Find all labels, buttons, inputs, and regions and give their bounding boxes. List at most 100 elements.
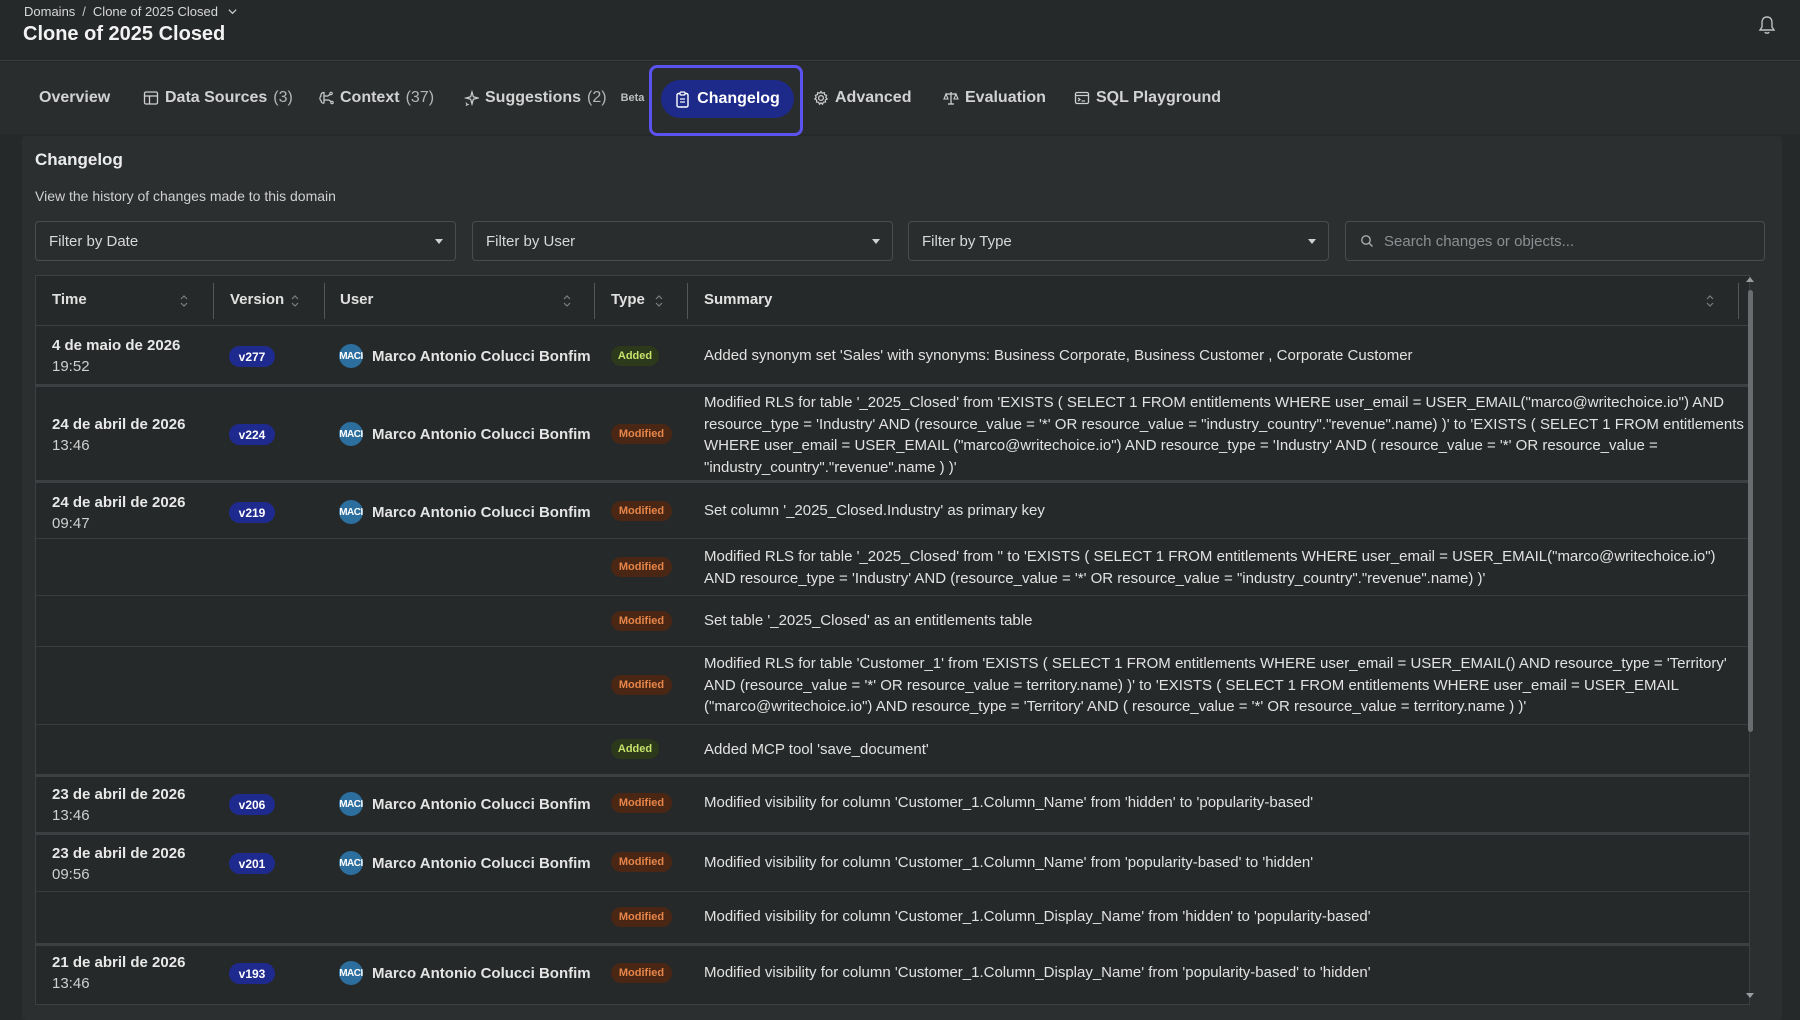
table-row[interactable]: 4 de maio de 2026 19:52 v277 MACI Marco An… [36, 326, 1749, 387]
table-icon [143, 91, 159, 105]
time-cell: 21 de abril de 2026 13:46 [52, 952, 185, 994]
filter-by-date-label: Filter by Date [49, 232, 139, 250]
sort-icon[interactable] [563, 294, 571, 308]
section-title: Changelog [35, 150, 123, 169]
row-date: 23 de abril de 2026 [52, 786, 186, 803]
breadcrumb: Domains / Clone of 2025 Closed [24, 4, 238, 19]
tab-sql-playground-label: SQL Playground [1096, 89, 1222, 106]
sort-icon[interactable] [291, 294, 299, 308]
summary-text: Set column '_2025_Closed.Industry' as pr… [704, 502, 1045, 519]
tab-advanced-label: Advanced [835, 89, 912, 106]
column-divider[interactable] [1738, 283, 1739, 319]
column-header-user[interactable]: User [340, 291, 373, 308]
tab-overview[interactable]: Overview [39, 86, 110, 110]
filter-by-date-select[interactable]: Filter by Date [35, 221, 456, 261]
column-header-time[interactable]: Time [52, 291, 87, 308]
table-row[interactable]: 24 de abril de 2026 13:46 v224 MACI Marco … [36, 387, 1749, 483]
type-badge-modified: Modified [611, 675, 672, 695]
filter-by-type-label: Filter by Type [922, 232, 1012, 250]
tab-changelog[interactable]: Changelog [661, 80, 794, 118]
filter-by-type-select[interactable]: Filter by Type [908, 221, 1329, 261]
table-row[interactable]: Modified Modified RLS for table 'Custome… [36, 647, 1749, 725]
column-header-summary[interactable]: Summary [704, 291, 772, 308]
search-input[interactable] [1384, 232, 1744, 250]
scale-icon [943, 92, 959, 105]
summary-text: Added MCP tool 'save_document' [704, 741, 929, 758]
terminal-icon [1074, 91, 1090, 105]
caret-down-icon [435, 239, 443, 244]
clipboard-icon [676, 90, 689, 108]
tab-suggestions[interactable]: Suggestions (2) Beta [463, 86, 644, 110]
type-badge-modified: Modified [611, 852, 672, 872]
time-cell: 4 de maio de 2026 19:52 [52, 335, 180, 377]
summary-text: Modified visibility for column 'Customer… [704, 908, 1371, 925]
user-cell: MACI Marco Antonio Colucci Bonfim [339, 422, 591, 446]
column-header-type[interactable]: Type [611, 291, 645, 308]
row-time: 13:46 [52, 975, 90, 992]
avatar: MACI [339, 344, 363, 368]
user-name: Marco Antonio Colucci Bonfim [372, 503, 591, 521]
user-name: Marco Antonio Colucci Bonfim [372, 854, 591, 872]
row-time: 09:56 [52, 866, 90, 883]
column-divider[interactable] [687, 283, 688, 319]
brain-icon [319, 91, 334, 105]
user-cell: MACI Marco Antonio Colucci Bonfim [339, 344, 591, 368]
sort-icon[interactable] [655, 294, 663, 308]
tab-evaluation[interactable]: Evaluation [943, 86, 1046, 110]
row-date: 4 de maio de 2026 [52, 337, 181, 354]
table-row[interactable]: 21 de abril de 2026 13:46 v193 MACI Marco … [36, 946, 1749, 1004]
gear-icon [813, 90, 829, 106]
table-row[interactable]: 23 de abril de 2026 13:46 v206 MACI Marco … [36, 777, 1749, 835]
chevron-down-icon[interactable] [227, 6, 238, 17]
avatar: MACI [339, 961, 363, 985]
scroll-down-arrow-icon[interactable] [1746, 993, 1754, 998]
summary-text: Modified visibility for column 'Customer… [704, 964, 1371, 981]
sort-icon[interactable] [180, 294, 188, 308]
top-header: Domains / Clone of 2025 Closed Clone of … [0, 0, 1800, 61]
bell-icon[interactable] [1758, 15, 1776, 35]
column-header-version[interactable]: Version [230, 291, 284, 308]
summary-text: Modified RLS for table '_2025_Closed' fr… [704, 548, 1716, 587]
version-badge: v193 [229, 963, 275, 984]
summary-text: Added synonym set 'Sales' with synonyms:… [704, 347, 1413, 364]
tab-sql-playground[interactable]: SQL Playground [1074, 86, 1221, 110]
type-badge-added: Added [611, 346, 659, 366]
column-divider[interactable] [594, 283, 595, 319]
sort-icon[interactable] [1706, 294, 1714, 308]
table-row[interactable]: Modified Set table '_2025_Closed' as an … [36, 596, 1749, 647]
table-row[interactable]: 23 de abril de 2026 09:56 v201 MACI Marco … [36, 835, 1749, 892]
tab-suggestions-label: Suggestions [485, 89, 582, 106]
time-cell: 23 de abril de 2026 13:46 [52, 784, 185, 826]
type-badge-modified: Modified [611, 907, 672, 927]
row-time: 09:47 [52, 515, 90, 532]
type-badge-modified: Modified [611, 611, 672, 631]
tab-evaluation-label: Evaluation [965, 89, 1046, 106]
column-divider[interactable] [213, 283, 214, 319]
row-date: 24 de abril de 2026 [52, 416, 186, 433]
avatar: MACI [339, 792, 363, 816]
table-row[interactable]: Modified Modified visibility for column … [36, 892, 1749, 946]
scroll-up-arrow-icon[interactable] [1746, 277, 1754, 282]
scrollbar-thumb[interactable] [1748, 290, 1753, 732]
tab-changelog-label: Changelog [697, 90, 780, 107]
table-row[interactable]: Added Added MCP tool 'save_document' [36, 725, 1749, 777]
breadcrumb-current[interactable]: Clone of 2025 Closed [93, 4, 218, 19]
avatar: MACI [339, 851, 363, 875]
breadcrumb-separator: / [82, 4, 86, 19]
tab-data-sources-label: Data Sources [165, 89, 268, 106]
summary-text: Set table '_2025_Closed' as an entitleme… [704, 612, 1033, 629]
search-box[interactable] [1345, 221, 1765, 261]
column-divider[interactable] [324, 283, 325, 319]
table-row[interactable]: Modified Modified RLS for table '_2025_C… [36, 539, 1749, 596]
page-title: Clone of 2025 Closed [23, 23, 226, 45]
table-row[interactable]: 24 de abril de 2026 09:47 v219 MACI Marco … [36, 483, 1749, 539]
tab-advanced[interactable]: Advanced [813, 86, 911, 110]
version-badge: v224 [229, 424, 275, 445]
breadcrumb-domains-link[interactable]: Domains [24, 4, 75, 19]
type-badge-modified: Modified [611, 424, 672, 444]
tab-context[interactable]: Context (37) [318, 86, 434, 110]
section-subtitle: View the history of changes made to this… [35, 188, 336, 204]
type-badge-modified: Modified [611, 963, 672, 983]
tab-data-sources[interactable]: Data Sources (3) [143, 86, 293, 110]
filter-by-user-select[interactable]: Filter by User [472, 221, 893, 261]
